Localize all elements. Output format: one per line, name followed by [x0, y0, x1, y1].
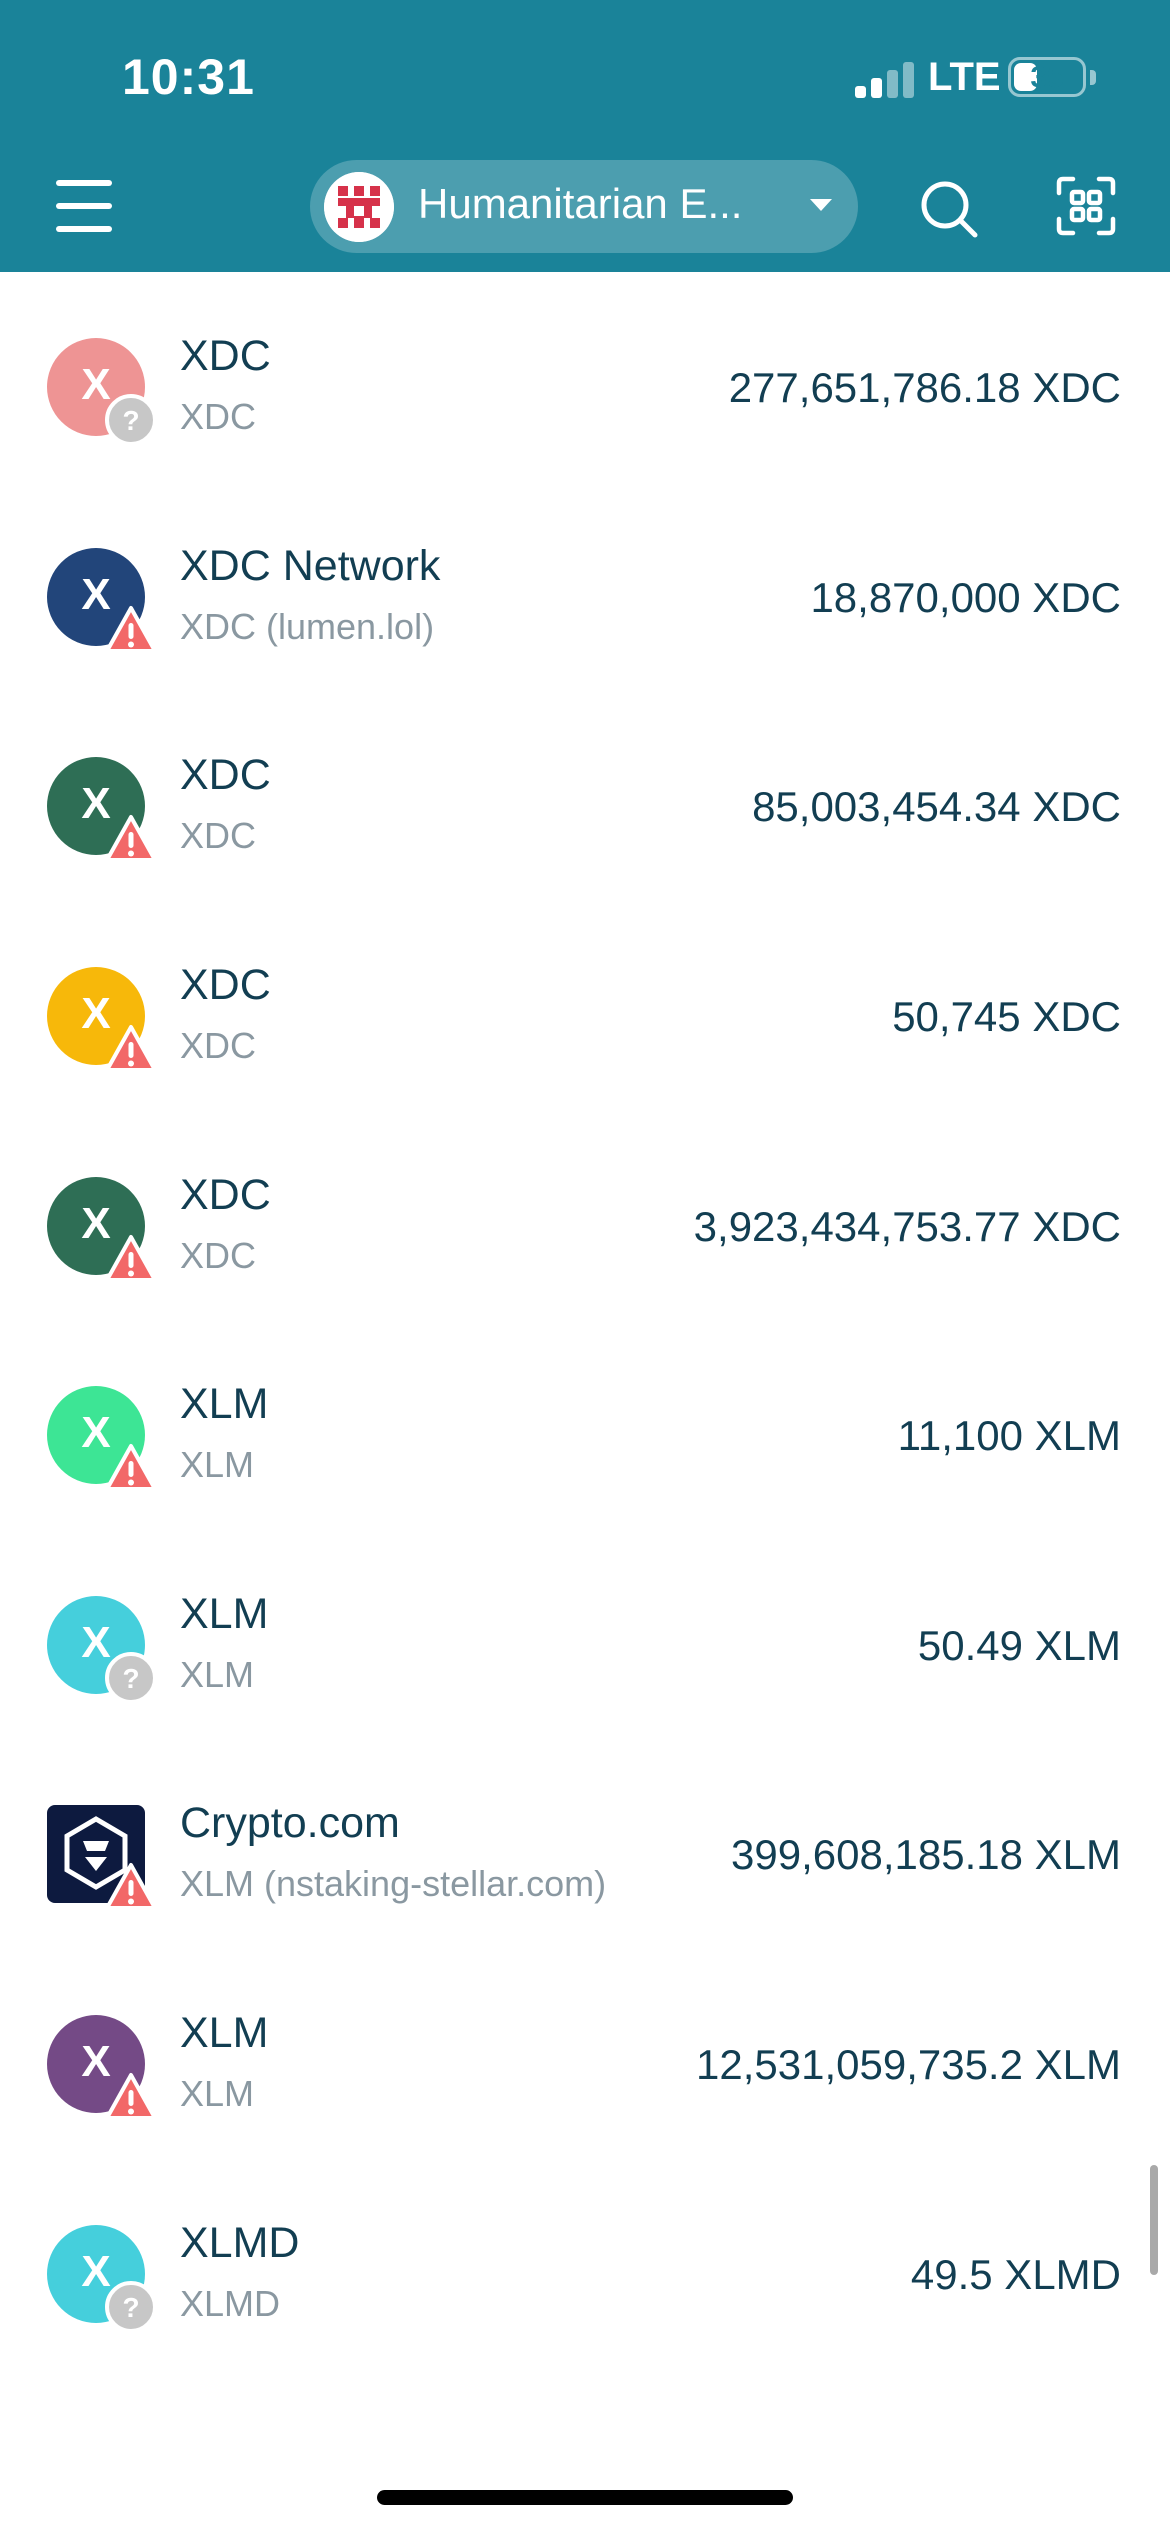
warning-icon — [105, 604, 157, 656]
cellular-signal-icon — [855, 62, 915, 98]
question-mark-icon: ? — [105, 394, 157, 446]
token-symbol: XLMD — [180, 2283, 281, 2324]
scrollbar[interactable] — [1150, 2165, 1158, 2275]
warning-icon — [105, 2071, 157, 2123]
token-balance: 18,870,000 XDC — [810, 574, 1121, 621]
token-balance: 85,003,454.34 XDC — [752, 783, 1121, 830]
token-name: Crypto.com — [180, 1799, 400, 1847]
token-name: XLM — [180, 1380, 269, 1428]
token-symbol: XLM — [180, 1654, 255, 1695]
token-row[interactable]: X? XLM XLM 50.49 XLM — [0, 1530, 1170, 1740]
token-balance: 49.5 XLMD — [910, 2251, 1121, 2298]
token-row[interactable]: X XDC XDC 85,003,454.34 XDC — [0, 691, 1170, 901]
token-balance: 11,100 XLM — [897, 1412, 1121, 1459]
token-symbol: XDC (lumen.lol) — [180, 606, 435, 647]
app-header: 10:31 LTE 35 Humanitarian E... — [0, 0, 1170, 272]
token-balance: 399,608,185.18 XLM — [731, 1831, 1121, 1878]
search-icon[interactable] — [918, 178, 980, 240]
token-row[interactable]: X XDC XDC 3,923,434,753.77 XDC — [0, 1111, 1170, 1321]
warning-icon — [105, 813, 157, 865]
token-row[interactable]: Crypto.com XLM (nstaking-stellar.com) 399,… — [0, 1739, 1170, 1949]
token-row[interactable]: X XDC Network XDC (lumen.lol) 18,870,000 XD… — [0, 482, 1170, 692]
token-symbol: XLM — [180, 1444, 255, 1485]
token-name: XDC Network — [180, 542, 441, 590]
token-balance: 50.49 XLM — [917, 1622, 1121, 1669]
warning-icon — [105, 1861, 157, 1913]
token-row[interactable]: X? XDC XDC 277,651,786.18 XDC — [0, 272, 1170, 482]
token-symbol: XDC — [180, 1235, 257, 1276]
token-balance: 277,651,786.18 XDC — [728, 364, 1121, 411]
warning-icon — [105, 1023, 157, 1075]
token-symbol: XDC — [180, 396, 257, 437]
token-row[interactable]: X? XLMD XLMD 49.5 XLMD — [0, 2159, 1170, 2369]
svg-text:?: ? — [122, 1663, 139, 1694]
svg-text:?: ? — [122, 2292, 139, 2323]
question-mark-icon: ? — [105, 2281, 157, 2333]
token-name: XLM — [180, 1590, 269, 1638]
status-time: 10:31 — [122, 49, 255, 105]
token-row[interactable]: X XLM XLM 12,531,059,735.2 XLM — [0, 1949, 1170, 2159]
token-name: XDC — [180, 751, 271, 799]
scan-icon[interactable] — [1055, 175, 1117, 237]
token-symbol: XDC — [180, 1025, 257, 1066]
home-indicator[interactable] — [377, 2490, 793, 2505]
token-name: XDC — [180, 332, 271, 380]
question-mark-icon: ? — [105, 1652, 157, 1704]
token-name: XLMD — [180, 2219, 300, 2267]
token-balance: 3,923,434,753.77 XDC — [693, 1203, 1121, 1250]
warning-icon — [105, 1233, 157, 1285]
battery-cap — [1090, 70, 1096, 85]
status-bar: 10:31 LTE 35 — [0, 0, 1170, 150]
battery-level: 35 — [1030, 61, 1064, 94]
battery-icon: 35 — [1008, 57, 1086, 97]
token-balance: 50,745 XDC — [892, 993, 1121, 1040]
token-name: XLM — [180, 2009, 269, 2057]
token-name: XDC — [180, 1171, 271, 1219]
wallet-avatar — [324, 172, 394, 242]
svg-text:?: ? — [122, 405, 139, 436]
token-row[interactable]: X XLM XLM 11,100 XLM — [0, 1320, 1170, 1530]
wallet-selector[interactable]: Humanitarian E... — [310, 160, 858, 253]
warning-icon — [105, 1442, 157, 1494]
network-type: LTE — [928, 55, 1001, 99]
token-balance: 12,531,059,735.2 XLM — [695, 2041, 1121, 2088]
token-row[interactable]: X XDC XDC 50,745 XDC — [0, 901, 1170, 1111]
menu-icon[interactable] — [56, 180, 112, 232]
token-symbol: XDC — [180, 815, 257, 856]
token-name: XDC — [180, 961, 271, 1009]
chevron-down-icon — [810, 199, 832, 211]
wallet-name: Humanitarian E... — [418, 180, 743, 227]
token-symbol: XLM (nstaking-stellar.com) — [180, 1863, 607, 1904]
token-symbol: XLM — [180, 2073, 255, 2114]
